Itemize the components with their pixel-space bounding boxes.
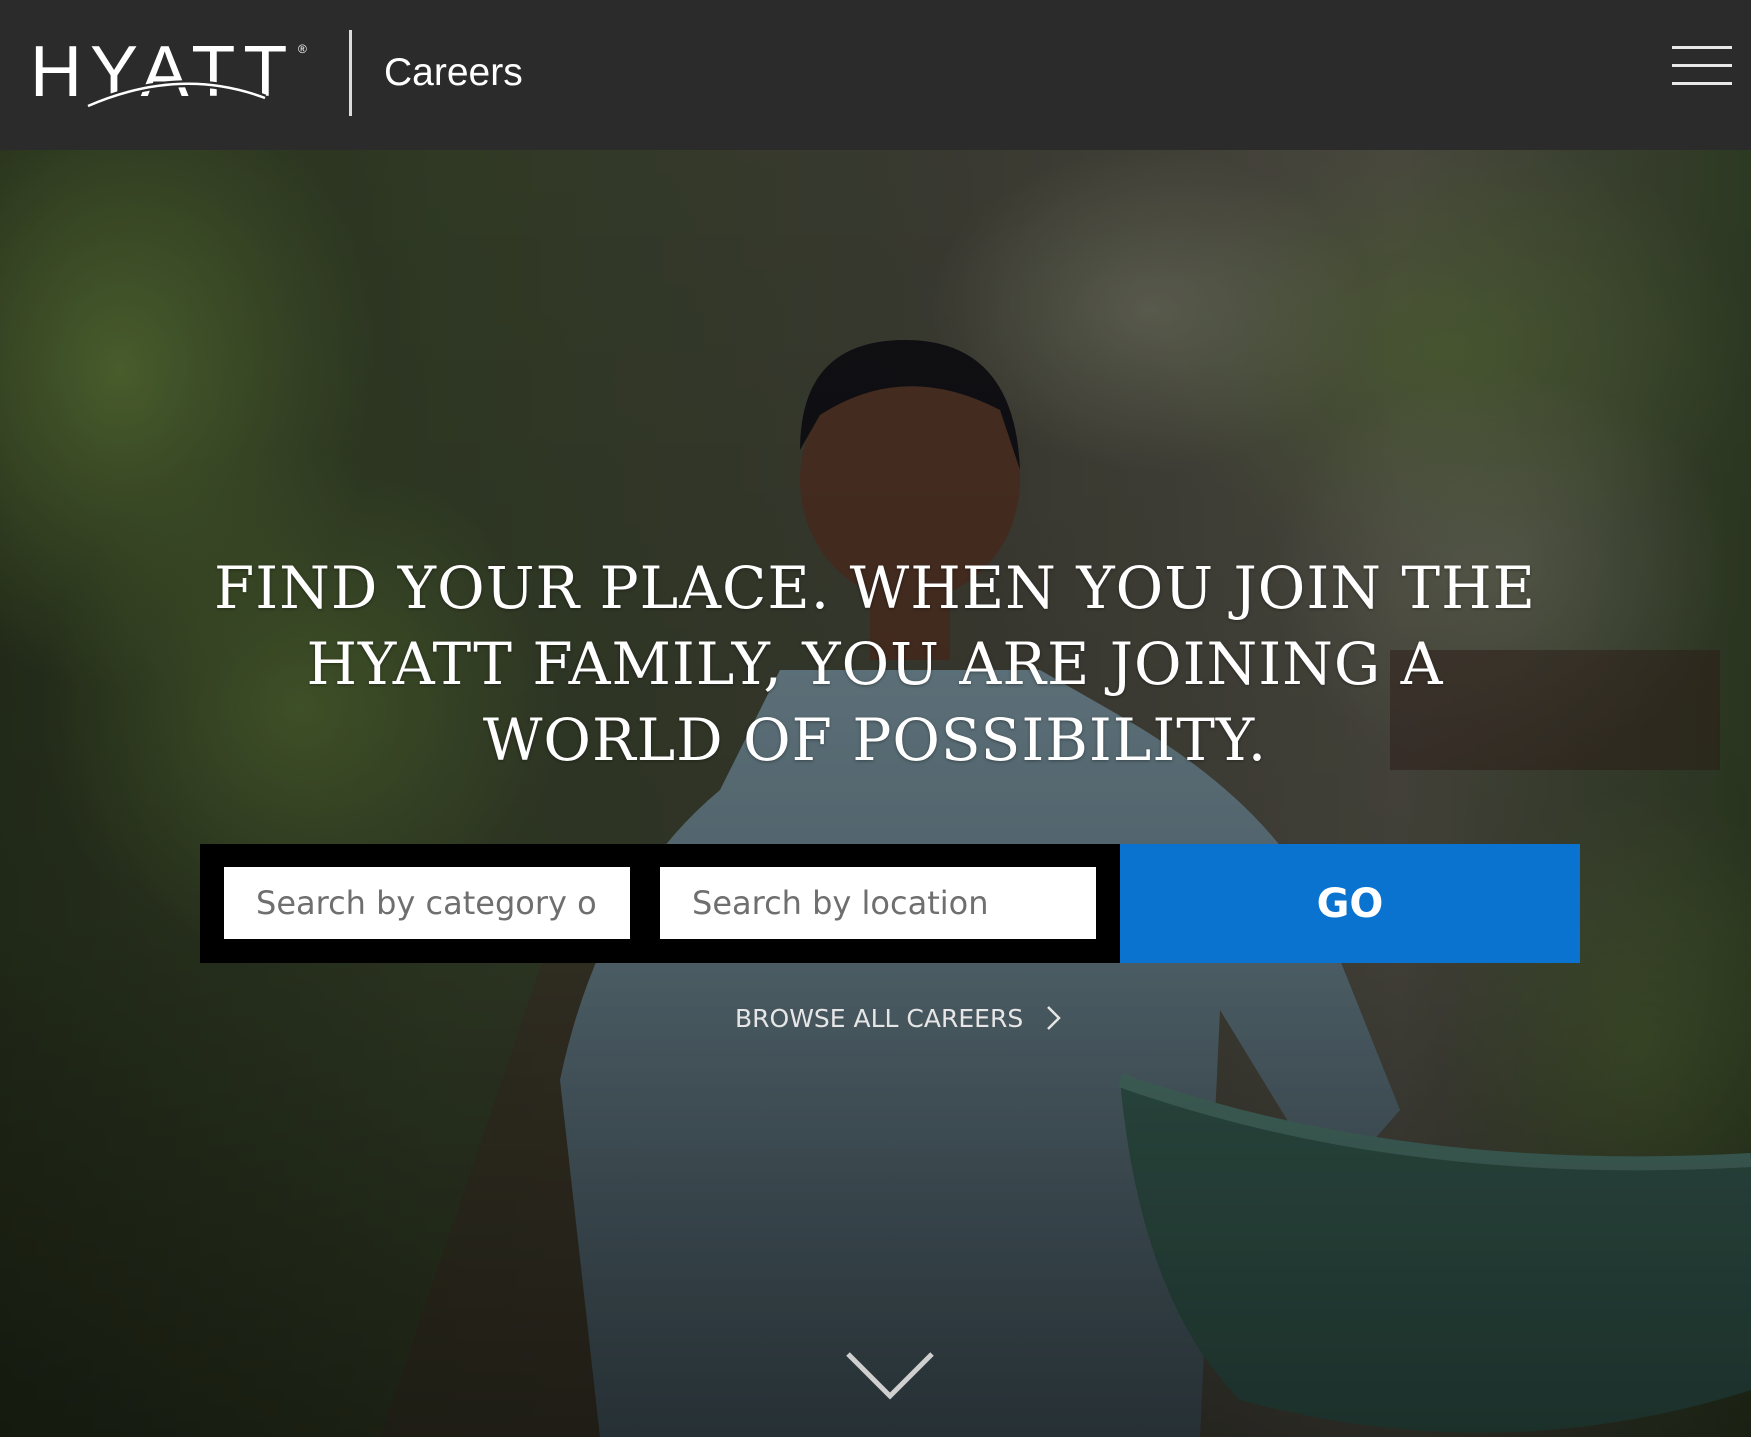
location-search-input[interactable] [660,867,1096,939]
header-divider [349,30,352,116]
site-header: HYATT ® Careers [0,0,1751,150]
category-search-input[interactable] [224,867,630,939]
logo-swoosh-icon [86,80,267,110]
chevron-right-icon [1047,1006,1061,1030]
browse-all-careers-link[interactable]: BROWSE ALL CAREERS [735,998,1063,1038]
hero-section: FIND YOUR PLACE. WHEN YOU JOIN THE HYATT… [0,150,1751,1437]
go-button[interactable]: GO [1120,844,1580,963]
hamburger-menu-icon[interactable] [1666,42,1732,90]
job-search-form [200,844,1120,963]
browse-all-careers-label: BROWSE ALL CAREERS [735,1003,1024,1033]
chevron-down-icon[interactable] [844,1350,936,1402]
hyatt-logo[interactable]: HYATT ® [30,36,320,112]
hero-headline: FIND YOUR PLACE. WHEN YOU JOIN THE HYATT… [213,554,1537,774]
site-section-title: Careers [384,51,523,94]
hero-background-image [0,150,1751,1437]
